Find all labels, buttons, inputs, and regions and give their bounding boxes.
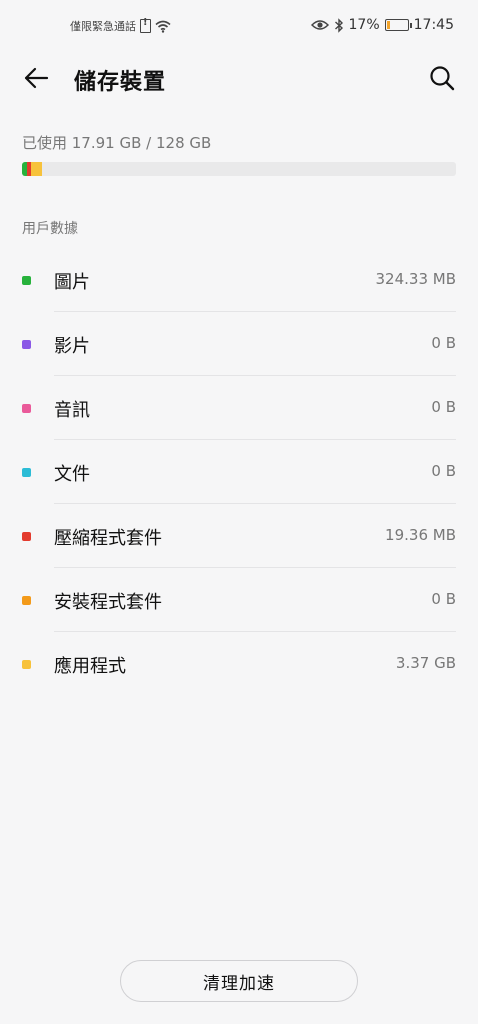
category-color-dot xyxy=(22,660,31,669)
bluetooth-icon xyxy=(334,17,343,33)
category-size: 0 B xyxy=(431,462,456,480)
storage-category-list: 圖片 324.33 MB 影片 0 B 音訊 0 B 文件 0 B 壓縮程式套件… xyxy=(0,248,478,696)
battery-level-fill xyxy=(386,21,391,29)
search-icon xyxy=(430,66,455,91)
category-size: 324.33 MB xyxy=(375,270,457,288)
page-title: 儲存裝置 xyxy=(74,70,167,95)
category-color-dot xyxy=(22,340,31,349)
status-left: 僅限緊急通話 xyxy=(70,17,171,34)
section-header-user-data: 用戶數據 xyxy=(22,221,78,237)
category-label: 安裝程式套件 xyxy=(54,592,162,613)
category-item-audio[interactable]: 音訊 0 B xyxy=(0,376,478,440)
category-color-dot xyxy=(22,468,31,477)
category-item-documents[interactable]: 文件 0 B xyxy=(0,440,478,504)
carrier-text: 僅限緊急通話 xyxy=(70,20,136,33)
status-right: 17% 17:45 xyxy=(310,17,454,33)
storage-usage-text: 已使用 17.91 GB / 128 GB xyxy=(22,134,212,152)
clean-accelerate-button[interactable]: 清理加速 xyxy=(120,960,358,1002)
arrow-left-icon xyxy=(24,67,49,89)
clock: 17:45 xyxy=(413,17,454,33)
sim-alert-icon xyxy=(140,17,151,33)
usage-segment xyxy=(30,162,42,176)
category-size: 3.37 GB xyxy=(395,654,456,672)
category-item-apps[interactable]: 應用程式 3.37 GB xyxy=(0,632,478,696)
status-bar: 僅限緊急通話 17% 17:45 xyxy=(0,0,478,54)
category-color-dot xyxy=(22,596,31,605)
category-item-images[interactable]: 圖片 324.33 MB xyxy=(0,248,478,312)
app-bar: 儲存裝置 xyxy=(0,54,478,104)
category-size: 0 B xyxy=(431,334,456,352)
eye-comfort-icon xyxy=(310,20,329,30)
category-label: 應用程式 xyxy=(54,656,126,677)
category-label: 影片 xyxy=(54,336,90,357)
storage-screen: 僅限緊急通話 17% 17:45 xyxy=(0,0,478,1024)
battery-percent: 17% xyxy=(348,17,380,33)
category-label: 圖片 xyxy=(54,272,90,293)
category-size: 0 B xyxy=(431,590,456,608)
category-color-dot xyxy=(22,404,31,413)
category-color-dot xyxy=(22,532,31,541)
category-item-videos[interactable]: 影片 0 B xyxy=(0,312,478,376)
category-label: 壓縮程式套件 xyxy=(54,528,162,549)
storage-usage-bar xyxy=(22,162,456,176)
category-label: 文件 xyxy=(54,464,90,485)
category-item-installers[interactable]: 安裝程式套件 0 B xyxy=(0,568,478,632)
back-button[interactable] xyxy=(18,60,54,96)
category-size: 0 B xyxy=(431,398,456,416)
wifi-icon xyxy=(155,20,171,33)
category-size: 19.36 MB xyxy=(385,526,456,544)
category-color-dot xyxy=(22,276,31,285)
category-item-archives[interactable]: 壓縮程式套件 19.36 MB xyxy=(0,504,478,568)
search-button[interactable] xyxy=(424,60,460,96)
battery-icon xyxy=(384,19,412,31)
category-label: 音訊 xyxy=(54,400,90,421)
